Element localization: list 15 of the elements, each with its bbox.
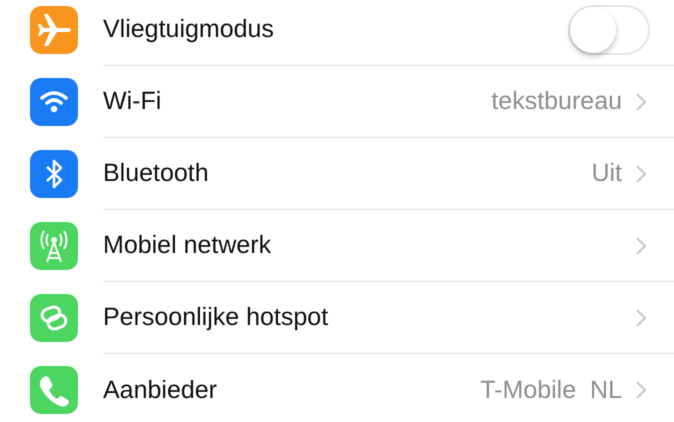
setting-label: Mobiel netwerk bbox=[103, 231, 272, 260]
setting-value: Uit bbox=[591, 159, 622, 188]
toggle-switch[interactable] bbox=[568, 4, 650, 54]
chevron-icon bbox=[636, 236, 646, 254]
chevron-icon bbox=[636, 308, 646, 326]
setting-label: Persoonlijke hotspot bbox=[103, 303, 330, 332]
setting-value: T-Mobile NL bbox=[480, 376, 622, 404]
setting-value: tekstbureau bbox=[491, 87, 622, 116]
setting-label: Aanbieder bbox=[103, 376, 218, 404]
setting-label: Wi-Fi bbox=[103, 87, 162, 116]
chevron-icon bbox=[636, 381, 646, 399]
setting-label: Vliegtuigmodus bbox=[103, 15, 275, 44]
setting-label: Bluetooth bbox=[103, 159, 210, 188]
chevron-icon bbox=[636, 92, 646, 110]
chevron-icon bbox=[636, 164, 646, 182]
